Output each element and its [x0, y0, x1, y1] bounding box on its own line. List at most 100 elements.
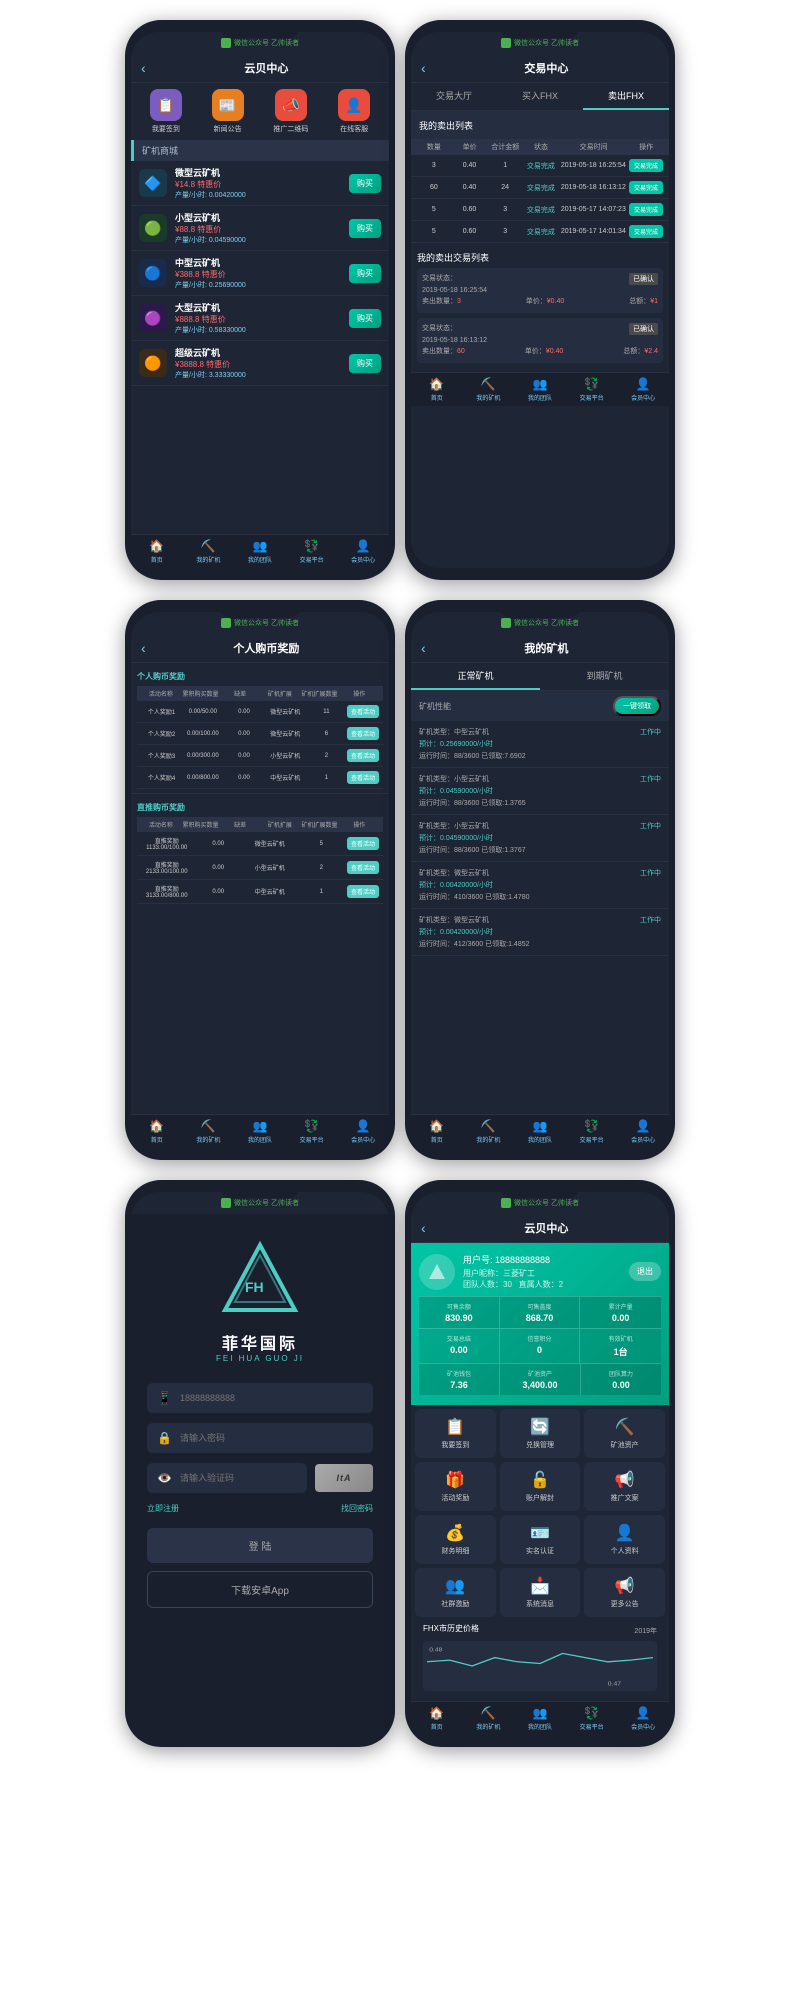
login-links: 立即注册 找回密码: [147, 1503, 373, 1514]
back-icon-2[interactable]: ‹: [421, 60, 426, 76]
menu-item-8[interactable]: 👤 个人资料: [584, 1515, 665, 1564]
download-button[interactable]: 下载安卓App: [147, 1571, 373, 1608]
nav-member-2[interactable]: 👤 会员中心: [617, 377, 669, 402]
menu-item-3[interactable]: 🎁 活动奖励: [415, 1462, 496, 1511]
phone-input[interactable]: [180, 1393, 363, 1403]
menu-item-1[interactable]: 🔄 兑换管理: [500, 1409, 581, 1458]
password-input[interactable]: [180, 1433, 363, 1443]
menu-item-11[interactable]: 📢 更多公告: [584, 1568, 665, 1617]
back-icon-6[interactable]: ‹: [421, 1220, 426, 1236]
sell-item: 交易状态： 已确认 2019-05-18 16:25:54 卖出数量：3 单价：…: [417, 268, 663, 313]
miner-list: 🔷 微型云矿机 ¥14.8 特惠价 产量/小时: 0.00420000 购买 🟢…: [131, 161, 389, 534]
machine-item-4: 矿机类型：微型云矿机 工作中 预计：0.00420000/小时 运行时间：412…: [411, 909, 669, 956]
direct-action-btn[interactable]: 查看活动: [347, 837, 379, 850]
nav-home-4[interactable]: 🏠 首页: [411, 1119, 463, 1144]
buy-btn-1[interactable]: 购买: [349, 219, 381, 238]
nav-my-miner-3[interactable]: ⛏️ 我的矿机: [183, 1119, 235, 1144]
nav-trade-6[interactable]: 💱 交易平台: [566, 1706, 618, 1731]
mine-tabs: 正常矿机 到期矿机: [411, 663, 669, 691]
icon-checkin[interactable]: 📋 我要签到: [150, 89, 182, 134]
tab-sell[interactable]: 卖出FHX: [583, 83, 669, 110]
eye-icon: 👁️: [157, 1471, 172, 1485]
nav-member[interactable]: 👤 会员中心: [337, 539, 389, 564]
menu-item-7[interactable]: 🪪 实名认证: [500, 1515, 581, 1564]
machine-item-2: 矿机类型：小型云矿机 工作中 预计：0.04590000/小时 运行时间：88/…: [411, 815, 669, 862]
logout-btn[interactable]: 退出: [629, 1262, 661, 1281]
table-row: 5 0.60 3 交易完成 2019-05-17 14:01:34 交易完成: [411, 221, 669, 243]
buy-btn-2[interactable]: 购买: [349, 264, 381, 283]
nav-my-miner-2[interactable]: ⛏️ 我的矿机: [463, 377, 515, 402]
direct-reward-header: 活动名称 累积购买数量 缺差 矿机扩展 矿机扩展数量 操作: [137, 817, 383, 832]
nav-trade-4[interactable]: 💱 交易平台: [566, 1119, 618, 1144]
buy-btn-4[interactable]: 购买: [349, 354, 381, 373]
login-button[interactable]: 登 陆: [147, 1528, 373, 1563]
captcha-image[interactable]: ItA: [315, 1464, 373, 1492]
nav-trade-2[interactable]: 💱 交易平台: [566, 377, 618, 402]
menu-grid: 📋 我要签到 🔄 兑换管理 ⛏️ 矿池资产 🎁 活动奖励: [415, 1409, 665, 1617]
forgot-link[interactable]: 找回密码: [341, 1503, 373, 1514]
nav-team-4[interactable]: 👥 我的团队: [514, 1119, 566, 1144]
reward-action-btn[interactable]: 查看活动: [347, 727, 379, 740]
back-icon-4[interactable]: ‹: [421, 640, 426, 656]
direct-action-btn[interactable]: 查看活动: [347, 885, 379, 898]
trade-complete-btn[interactable]: 交易完成: [629, 181, 663, 194]
nav-team-2[interactable]: 👥 我的团队: [514, 377, 566, 402]
svg-text:0.48: 0.48: [429, 1648, 443, 1653]
icon-service[interactable]: 👤 在线客服: [338, 89, 370, 134]
tab-normal-miner[interactable]: 正常矿机: [411, 663, 540, 690]
nav-member-4[interactable]: 👤 会员中心: [617, 1119, 669, 1144]
nav-home-2[interactable]: 🏠 首页: [411, 377, 463, 402]
captcha-input-group[interactable]: 👁️: [147, 1463, 307, 1493]
nav-team-3[interactable]: 👥 我的团队: [234, 1119, 286, 1144]
back-icon[interactable]: ‹: [141, 60, 146, 76]
tab-hall[interactable]: 交易大厅: [411, 83, 497, 110]
trade-complete-btn[interactable]: 交易完成: [629, 159, 663, 172]
register-link[interactable]: 立即注册: [147, 1503, 179, 1514]
nav-home[interactable]: 🏠 首页: [131, 539, 183, 564]
bottom-nav: 🏠 首页 ⛏️ 我的矿机 👥 我的团队 💱 交易平台 👤 会员中心: [131, 534, 389, 568]
tab-buy[interactable]: 买入FHX: [497, 83, 583, 110]
nav-home-6[interactable]: 🏠 首页: [411, 1706, 463, 1731]
nav-trade[interactable]: 💱 交易平台: [286, 539, 338, 564]
nav-my-miner-6[interactable]: ⛏️ 我的矿机: [463, 1706, 515, 1731]
menu-item-9[interactable]: 👥 社群激励: [415, 1568, 496, 1617]
bottom-nav-4: 🏠 首页 ⛏️ 我的矿机 👥 我的团队 💱 交易平台 👤 会员中心: [411, 1114, 669, 1148]
miner-shop-title: 矿机商城: [131, 140, 389, 161]
nav-member-6[interactable]: 👤 会员中心: [617, 1706, 669, 1731]
reward-action-btn[interactable]: 查看活动: [347, 771, 379, 784]
stat2-1: 信誉积分 0: [500, 1329, 581, 1363]
icon-news[interactable]: 📰 新闻公告: [212, 89, 244, 134]
menu-item-4[interactable]: 🔓 账户解封: [500, 1462, 581, 1511]
back-icon-3[interactable]: ‹: [141, 640, 146, 656]
buy-btn-3[interactable]: 购买: [349, 309, 381, 328]
reward-row: 个人奖励3 0.00/300.00 0.00 小型云矿机 2 查看活动: [137, 745, 383, 767]
trade-complete-btn[interactable]: 交易完成: [629, 225, 663, 238]
reward-action-btn[interactable]: 查看活动: [347, 749, 379, 762]
menu-item-2[interactable]: ⛏️ 矿池资产: [584, 1409, 665, 1458]
menu-item-10[interactable]: 📩 系统消息: [500, 1568, 581, 1617]
reward-action-btn[interactable]: 查看活动: [347, 705, 379, 718]
menu-item-0[interactable]: 📋 我要签到: [415, 1409, 496, 1458]
wechat-icon-6: [501, 1198, 511, 1208]
nav-trade-3[interactable]: 💱 交易平台: [286, 1119, 338, 1144]
nav-team[interactable]: 👥 我的团队: [234, 539, 286, 564]
nav-member-3[interactable]: 👤 会员中心: [337, 1119, 389, 1144]
phone-rewards: 微信公众号 乙帅读者 ‹ 个人购币奖励 个人购币奖励 活动名称 累积购买数量 缺…: [125, 600, 395, 1160]
nav-home-3[interactable]: 🏠 首页: [131, 1119, 183, 1144]
trade-complete-btn[interactable]: 交易完成: [629, 203, 663, 216]
menu-item-5[interactable]: 📢 推广文案: [584, 1462, 665, 1511]
icon-qrcode[interactable]: 📣 推广二维码: [273, 89, 308, 134]
nav-my-miner-4[interactable]: ⛏️ 我的矿机: [463, 1119, 515, 1144]
captcha-input[interactable]: [180, 1473, 297, 1483]
direct-action-btn[interactable]: 查看活动: [347, 861, 379, 874]
collect-all-btn[interactable]: 一键领取: [613, 696, 661, 716]
nav-my-miner[interactable]: ⛏️ 我的矿机: [183, 539, 235, 564]
personal-rewards: 个人购币奖励 活动名称 累积购买数量 缺差 矿机扩展 矿机扩展数量 操作 个人奖…: [131, 663, 389, 793]
password-input-group[interactable]: 🔒: [147, 1423, 373, 1453]
phone-input-group[interactable]: 📱: [147, 1383, 373, 1413]
buy-btn-0[interactable]: 购买: [349, 174, 381, 193]
miner-item: 🟣 大型云矿机 ¥888.8 特惠价 产量/小时: 0.58330000 购买: [131, 296, 389, 341]
tab-expired-miner[interactable]: 到期矿机: [540, 663, 669, 690]
nav-team-6[interactable]: 👥 我的团队: [514, 1706, 566, 1731]
menu-item-6[interactable]: 💰 财务明细: [415, 1515, 496, 1564]
